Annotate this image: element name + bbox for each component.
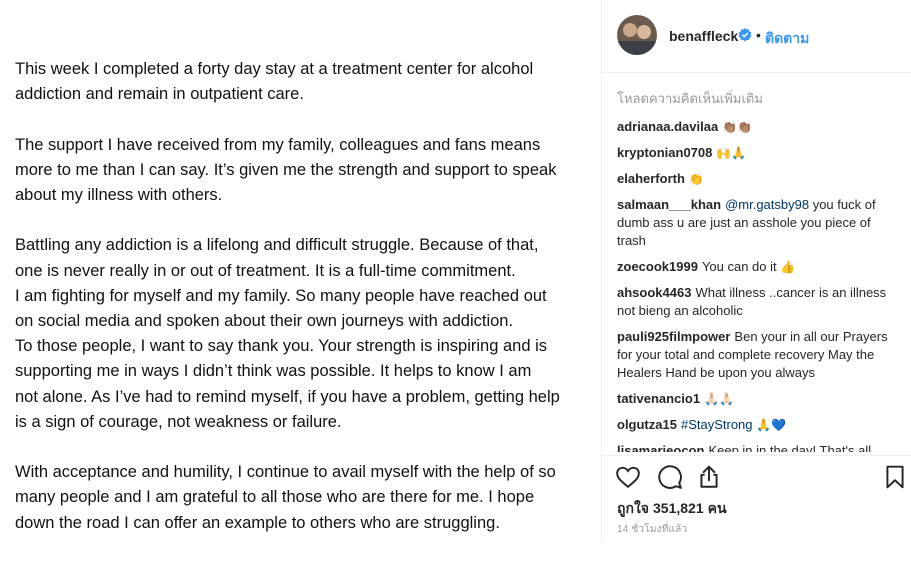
- post-side-panel: benaffleck • ติดตาม โหลดความคิดเห็นเพิ่ม…: [601, 0, 911, 542]
- post-statement: This week I completed a forty day stay a…: [15, 57, 587, 561]
- comment-item: olgutza15 #StayStrong 🙏💙: [617, 416, 897, 434]
- likes-prefix: ถูกใจ: [617, 500, 649, 516]
- comment-text: Keep in in the day! That's all: [708, 443, 872, 452]
- comment-emoji: 🙏🏻🙏🏻: [704, 392, 734, 406]
- comment-item: lisamarieocon Keep in in the day! That's …: [617, 442, 897, 452]
- comment-emoji: 👏: [688, 172, 704, 186]
- comment-username[interactable]: ahsook4463: [617, 285, 691, 300]
- comment-hashtag-link[interactable]: #StayStrong: [681, 417, 753, 432]
- comment-item: zoecook1999 You can do it 👍: [617, 258, 897, 276]
- likes-unit: คน: [707, 500, 727, 516]
- comment-emoji: 👏🏽👏🏽: [722, 120, 753, 134]
- avatar[interactable]: [617, 15, 657, 55]
- comment-username[interactable]: kryptonian0708: [617, 145, 712, 160]
- verified-badge-icon: [738, 28, 752, 42]
- post-actions-bar: ถูกใจ 351,821 คน 14 ชั่วโมงที่แล้ว: [602, 455, 911, 543]
- comment-username[interactable]: tativenancio1: [617, 391, 700, 406]
- comment-text: You can do it: [701, 259, 777, 274]
- post-header: benaffleck • ติดตาม: [602, 0, 911, 73]
- comment-username[interactable]: zoecook1999: [617, 259, 698, 274]
- share-icon[interactable]: [696, 464, 722, 490]
- comment-username[interactable]: pauli925filmpower: [617, 329, 730, 344]
- comment-emoji: 🙏💙: [756, 418, 787, 432]
- comment-item: adrianaa.davilaa 👏🏽👏🏽: [617, 118, 897, 136]
- comments-list: โหลดความคิดเห็นเพิ่มเติม adrianaa.davila…: [617, 90, 897, 452]
- comment-item: kryptonian0708 🙌🙏: [617, 144, 897, 162]
- bookmark-icon[interactable]: [882, 464, 908, 490]
- heart-icon[interactable]: [615, 464, 641, 490]
- comment-item: tativenancio1 🙏🏻🙏🏻: [617, 390, 897, 408]
- separator-dot: •: [756, 27, 761, 43]
- comment-username[interactable]: olgutza15: [617, 417, 677, 432]
- comment-username[interactable]: lisamarieocon: [617, 443, 704, 452]
- likes-number: 351,821: [653, 500, 704, 516]
- comment-item: salmaan___khan @mr.gatsby98 you fuck of d…: [617, 196, 897, 250]
- statement-paragraph: The support I have received from my fami…: [15, 135, 557, 204]
- statement-paragraph: Battling any addiction is a lifelong and…: [15, 236, 560, 431]
- comment-item: ahsook4463 What illness ..cancer is an il…: [617, 284, 897, 320]
- statement-paragraph: With acceptance and humility, I continue…: [15, 463, 556, 532]
- comment-icon[interactable]: [657, 464, 683, 490]
- comment-mention-link[interactable]: @mr.gatsby98: [725, 197, 809, 212]
- username-link[interactable]: benaffleck: [669, 28, 738, 44]
- load-more-comments-link[interactable]: โหลดความคิดเห็นเพิ่มเติม: [617, 90, 897, 108]
- comment-username[interactable]: adrianaa.davilaa: [617, 119, 718, 134]
- likes-count-link[interactable]: ถูกใจ 351,821 คน: [617, 498, 727, 520]
- post-image: This week I completed a forty day stay a…: [0, 0, 600, 542]
- comment-item: pauli925filmpower Ben your in all our Pra…: [617, 328, 897, 382]
- comment-emoji: 🙌🙏: [716, 146, 747, 160]
- post-timestamp[interactable]: 14 ชั่วโมงที่แล้ว: [617, 522, 687, 537]
- comment-username[interactable]: salmaan___khan: [617, 197, 721, 212]
- comment-emoji: 👍: [780, 260, 796, 274]
- follow-button[interactable]: ติดตาม: [765, 28, 809, 50]
- comment-username[interactable]: elaherforth: [617, 171, 685, 186]
- statement-paragraph: This week I completed a forty day stay a…: [15, 60, 534, 104]
- comment-item: elaherforth 👏: [617, 170, 897, 188]
